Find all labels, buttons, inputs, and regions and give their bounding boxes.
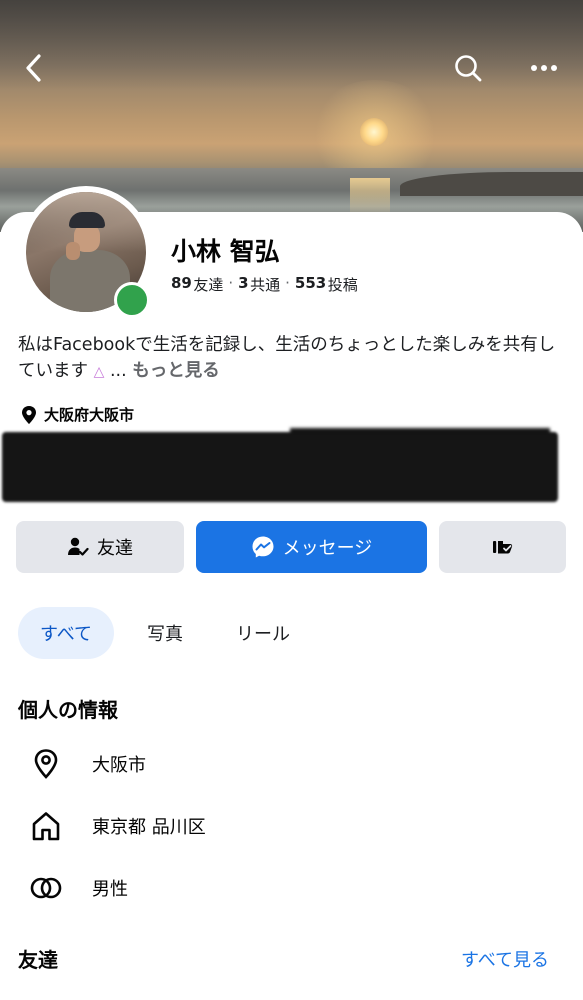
cover-sky — [0, 0, 583, 90]
friends-section-title: 友達 — [18, 948, 58, 972]
profile-bio: 私はFacebookで生活を記録し、生活のちょっとした楽しみを共有しています △… — [18, 332, 568, 385]
posts-count-label[interactable]: 投稿 — [326, 274, 358, 295]
info-city-text: 大阪市 — [92, 755, 146, 776]
personal-info-title: 個人の情報 — [18, 698, 118, 722]
location-text: 大阪府大阪市 — [44, 406, 135, 424]
friend-check-icon — [68, 537, 89, 556]
see-all-friends-link[interactable]: すべて見る — [461, 946, 549, 972]
poke-hand-icon — [492, 541, 512, 554]
messenger-icon — [252, 536, 274, 558]
profile-name: 小林 智弘 — [171, 237, 280, 266]
stats-separator: · — [285, 274, 290, 292]
message-button[interactable]: メッセージ — [196, 521, 427, 573]
online-status-indicator — [114, 282, 150, 318]
avatar-cap — [69, 212, 105, 228]
friends-button-label: 友達 — [97, 538, 133, 559]
see-more-link[interactable]: もっと見る — [132, 361, 220, 381]
home-icon — [28, 808, 64, 844]
map-pin-icon — [28, 746, 64, 782]
message-button-label: メッセージ — [282, 538, 373, 559]
mutual-count-label[interactable]: 共通 — [249, 274, 280, 295]
info-gender-text: 男性 — [92, 879, 128, 900]
search-icon — [455, 55, 482, 82]
sparkle-emoji-icon: △ — [93, 364, 105, 380]
more-button[interactable] — [526, 50, 562, 86]
location-pin-icon — [22, 405, 36, 424]
info-home-text: 東京都 品川区 — [92, 817, 206, 838]
tab-all[interactable]: すべて — [18, 607, 114, 659]
tab-photos[interactable]: 写真 — [134, 607, 196, 659]
friends-count[interactable]: 89 — [171, 274, 192, 295]
tab-reels[interactable]: リール — [220, 607, 306, 659]
bio-ellipsis: ... — [109, 361, 127, 381]
more-horizontal-icon — [531, 65, 557, 71]
posts-count[interactable]: 553 — [295, 274, 326, 295]
chevron-left-icon — [26, 54, 41, 82]
info-row-gender[interactable]: 男性 — [28, 870, 128, 906]
redaction-overlay — [2, 432, 558, 502]
friends-count-label[interactable]: 友達 — [192, 274, 223, 295]
friends-button[interactable]: 友達 — [16, 521, 184, 573]
more-actions-button[interactable] — [439, 521, 566, 573]
profile-stats: 89 友達 · 3 共通 · 553 投稿 — [171, 274, 358, 295]
info-row-city[interactable]: 大阪市 — [28, 746, 146, 782]
search-button[interactable] — [450, 50, 486, 86]
gender-icon — [28, 870, 64, 906]
back-button[interactable] — [16, 50, 52, 86]
stats-separator: · — [228, 274, 234, 292]
info-row-home[interactable]: 東京都 品川区 — [28, 808, 206, 844]
profile-location: 大阪府大阪市 — [20, 404, 134, 425]
avatar-hand — [66, 242, 80, 260]
cover-sun — [360, 118, 388, 146]
mutual-count[interactable]: 3 — [238, 274, 248, 295]
